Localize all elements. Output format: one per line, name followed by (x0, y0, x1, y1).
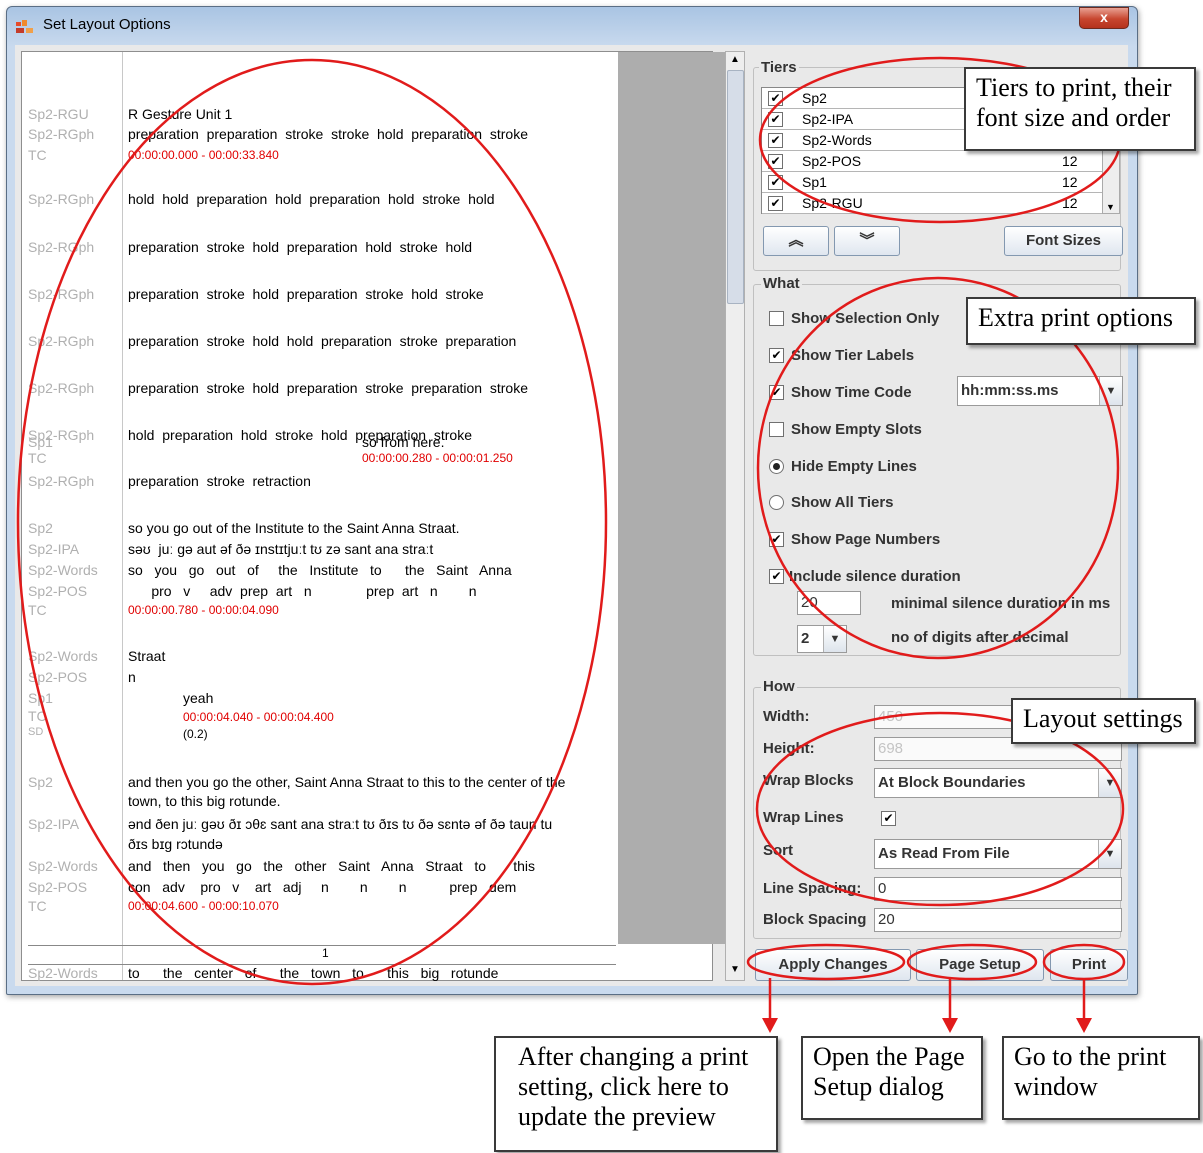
arrow-down-icon (1076, 1018, 1092, 1033)
page-setup-annotation: Open the Page Setup dialog (801, 1036, 983, 1120)
apply-highlight-ellipse (746, 943, 906, 981)
layout-settings-annotation: Layout settings (1011, 698, 1196, 744)
extra-options-annotation: Extra print options (966, 297, 1196, 345)
arrow-down-icon (762, 1018, 778, 1033)
annotation-overlay (16, 56, 1126, 1033)
preview-highlight-ellipse (16, 58, 608, 986)
apply-annotation: After changing a print setting, click he… (494, 1036, 778, 1152)
page-setup-highlight-ellipse (906, 943, 1038, 981)
arrow-down-icon (942, 1018, 958, 1033)
print-highlight-ellipse (1042, 943, 1126, 981)
print-annotation: Go to the print window (1002, 1036, 1200, 1120)
tiers-annotation: Tiers to print, their font size and orde… (964, 67, 1196, 151)
